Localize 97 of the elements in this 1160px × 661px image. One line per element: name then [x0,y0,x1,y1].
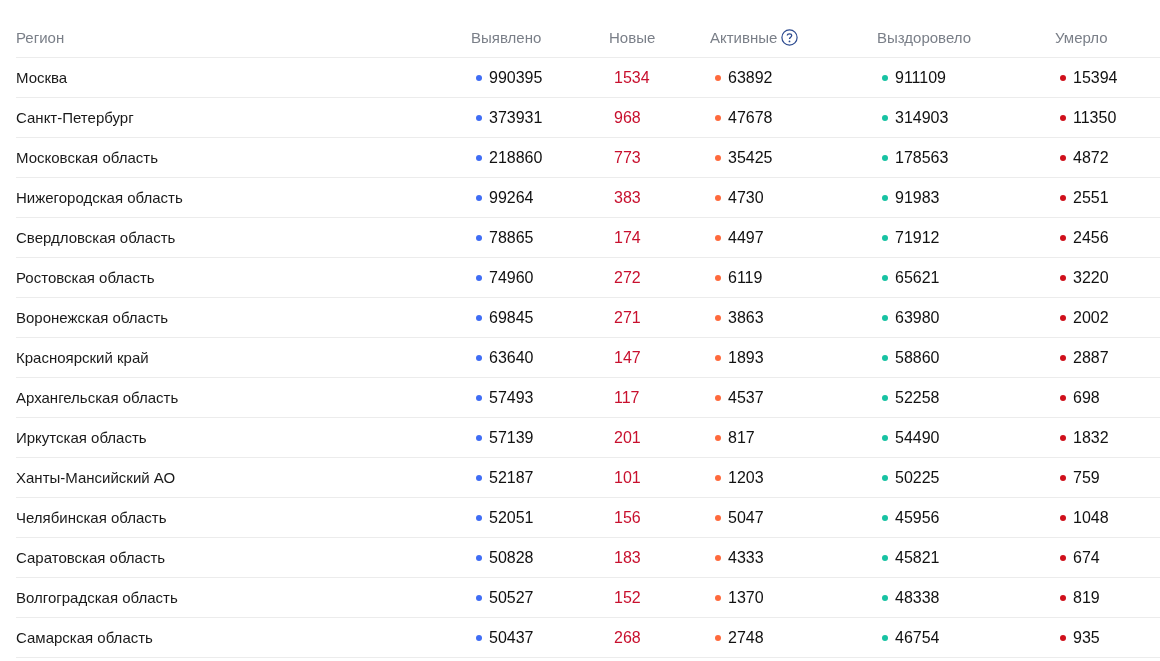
count-value: 69845 [489,308,534,327]
new-cases-value: 101 [614,468,641,487]
count-value: 5047 [728,508,764,527]
count-value: 3220 [1073,268,1109,287]
count-value: 6119 [728,268,763,287]
count-value: 63640 [489,348,534,367]
new-cases-value: 156 [614,508,641,527]
new-cases-value: 968 [614,108,641,127]
count-value: 47678 [728,108,773,127]
count-value: 817 [728,428,755,447]
count-value: 50225 [895,468,940,487]
count-value: 2887 [1073,348,1109,367]
count-value: 674 [1073,548,1100,567]
count-value: 52187 [489,468,534,487]
count-value: 1203 [728,468,764,487]
region-name: Санкт-Петербург [16,109,134,126]
count-value: 57493 [489,388,534,407]
count-value: 990395 [489,68,543,87]
count-value: 911109 [895,68,946,87]
count-value: 698 [1073,388,1100,407]
region-name: Ростовская область [16,269,155,286]
count-value: 63892 [728,68,773,87]
count-value: 4872 [1073,148,1109,167]
new-cases-value: 117 [614,388,640,407]
new-cases-value: 268 [614,628,641,647]
new-cases-value: 201 [614,428,641,447]
count-value: 1893 [728,348,764,367]
count-value: 1048 [1073,508,1109,527]
new-cases-value: 383 [614,188,641,207]
count-value: 3863 [728,308,764,327]
new-cases-value: 183 [614,548,641,567]
region-name: Москва [16,69,68,86]
column-header: Выздоровело [877,29,972,46]
count-value: 45956 [895,508,940,527]
count-value: 35425 [728,148,773,167]
count-value: 48338 [895,588,940,607]
count-value: 4537 [728,388,764,407]
column-header: Активные [710,29,778,46]
count-value: 759 [1073,468,1100,487]
new-cases-value: 174 [614,228,641,247]
count-value: 63980 [895,308,940,327]
count-value: 50527 [489,588,534,607]
count-value: 15394 [1073,68,1118,87]
count-value: 99264 [489,188,534,207]
count-value: 935 [1073,628,1100,647]
help-icon[interactable] [781,29,799,46]
count-value: 78865 [489,228,534,247]
new-cases-value: 147 [614,348,641,367]
region-name: Саратовская область [16,549,166,566]
count-value: 74960 [489,268,534,287]
new-cases-value: 1534 [614,68,650,87]
count-value: 2456 [1073,228,1109,247]
count-value: 4730 [728,188,764,207]
region-name: Самарская область [16,629,153,646]
count-value: 71912 [895,228,940,247]
count-value: 52051 [489,508,534,527]
count-value: 2551 [1073,188,1109,207]
region-name: Архангельская область [16,389,179,406]
region-name: Волгоградская область [16,589,178,606]
region-name: Челябинская область [16,509,167,526]
count-value: 58860 [895,348,940,367]
new-cases-value: 773 [614,148,641,167]
count-value: 11350 [1073,108,1117,127]
count-value: 50828 [489,548,534,567]
new-cases-value: 271 [614,308,641,327]
count-value: 373931 [489,108,543,127]
column-header: Новые [609,29,656,46]
new-cases-value: 272 [614,268,641,287]
count-value: 54490 [895,428,940,447]
new-cases-value: 152 [614,588,641,607]
count-value: 819 [1073,588,1100,607]
count-value: 314903 [895,108,949,127]
count-value: 65621 [895,268,940,287]
count-value: 4333 [728,548,764,567]
count-value: 2748 [728,628,764,647]
region-name: Иркутская область [16,429,147,446]
count-value: 1370 [728,588,764,607]
count-value: 91983 [895,188,940,207]
count-value: 2002 [1073,308,1109,327]
count-value: 1832 [1073,428,1109,447]
region-name: Свердловская область [16,229,176,246]
region-name: Московская область [16,149,158,166]
column-header: Регион [16,29,65,46]
column-header: Умерло [1055,29,1108,46]
region-name: Воронежская область [16,309,169,326]
region-name: Нижегородская область [16,189,183,206]
count-value: 178563 [895,148,949,167]
count-value: 46754 [895,628,940,647]
count-value: 57139 [489,428,534,447]
region-name: Ханты-Мансийский АО [16,469,176,486]
count-value: 52258 [895,388,940,407]
column-header: Выявлено [471,29,542,46]
count-value: 45821 [895,548,940,567]
count-value: 218860 [489,148,543,167]
region-name: Красноярский край [16,349,149,366]
count-value: 50437 [489,628,534,647]
count-value: 4497 [728,228,764,247]
